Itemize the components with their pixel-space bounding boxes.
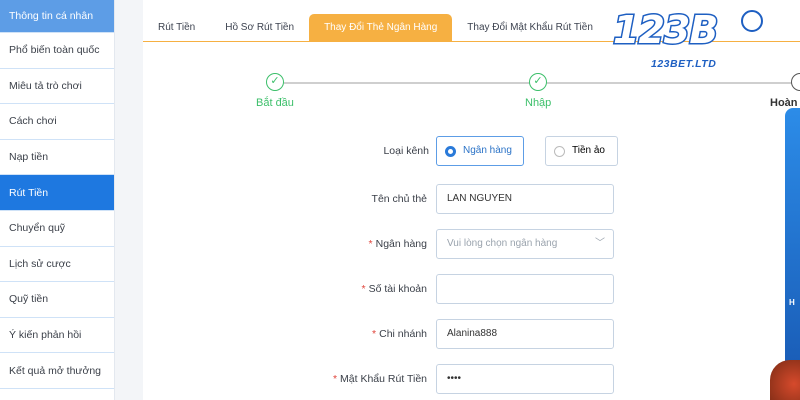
holder-row: Tên chủ thẻ LAN NGUYEN [143, 184, 643, 214]
password-field[interactable]: •••• [436, 364, 614, 394]
check-icon: ✓ [529, 73, 547, 91]
page: Thông tin cá nhân Phổ biến toàn quốc Miê… [0, 0, 800, 400]
sidebar-item-feedback[interactable]: Ý kiến phản hồi [0, 318, 114, 354]
radio-bank[interactable]: Ngân hàng [436, 136, 524, 166]
branch-row: * Chi nhánh Alanina888 [143, 319, 643, 349]
sidebar-item-announcements[interactable]: Phổ biến toàn quốc [0, 33, 114, 69]
branch-label: * Chi nhánh [372, 328, 427, 340]
account-row: * Số tài khoản [143, 274, 643, 304]
step-connector-2 [547, 82, 797, 84]
radio-crypto[interactable]: Tiền ảo [545, 136, 618, 166]
step-label-start: Bắt đầu [256, 97, 294, 109]
step-label-input: Nhập [525, 97, 552, 109]
main-content: Rút Tiền Hồ Sơ Rút Tiền Thay Đổi Thẻ Ngâ… [143, 0, 800, 400]
sidebar-item-bet-history[interactable]: Lịch sử cược [0, 247, 114, 283]
chevron-down-icon: ﹀ [595, 238, 605, 249]
sidebar-item-transfer[interactable]: Chuyển quỹ [0, 211, 114, 247]
account-label: * Số tài khoản [361, 283, 427, 295]
bank-label: * Ngân hàng [368, 238, 427, 250]
holder-field[interactable]: LAN NGUYEN [436, 184, 614, 214]
sidebar: Thông tin cá nhân Phổ biến toàn quốc Miê… [0, 0, 115, 400]
holder-label: Tên chủ thẻ [371, 193, 427, 205]
sidebar-item-game-description[interactable]: Miêu tả trò chơi [0, 69, 114, 105]
step-pending-circle [791, 73, 800, 91]
sidebar-item-funds[interactable]: Quỹ tiền [0, 282, 114, 318]
bank-select-placeholder: Vui lòng chọn ngân hàng [447, 238, 558, 249]
check-icon: ✓ [266, 73, 284, 91]
bank-select[interactable]: Vui lòng chọn ngân hàng ﹀ [436, 229, 614, 259]
sidebar-item-deposit[interactable]: Nạp tiền [0, 140, 114, 176]
channel-label: Loại kênh [383, 145, 429, 157]
password-row: * Mật Khẩu Rút Tiền •••• [143, 364, 643, 394]
tab-withdraw-history[interactable]: Hồ Sơ Rút Tiền [210, 14, 309, 42]
channel-row: Loại kênh Ngân hàng Tiền ảo [143, 136, 643, 166]
bank-row: * Ngân hàng Vui lòng chọn ngân hàng ﹀ [143, 229, 643, 259]
radio-crypto-label: Tiền ảo [572, 145, 605, 156]
tab-change-bank-card[interactable]: Thay Đổi Thẻ Ngân Hàng [309, 14, 453, 42]
step-connector-1 [284, 82, 540, 84]
sidebar-item-results[interactable]: Kết quả mở thưởng [0, 353, 114, 389]
logo-mark: 123B [611, 7, 719, 54]
soccer-ball-icon [741, 10, 763, 32]
sidebar-item-how-to-play[interactable]: Cách chơi [0, 104, 114, 140]
tab-withdraw[interactable]: Rút Tiền [143, 14, 210, 42]
radio-selected-icon [445, 146, 456, 157]
branch-field[interactable]: Alanina888 [436, 319, 614, 349]
sidebar-item-personal-info[interactable]: Thông tin cá nhân [0, 0, 114, 33]
tab-change-withdraw-password[interactable]: Thay Đổi Mật Khẩu Rút Tiền [452, 14, 608, 42]
radio-unselected-icon [554, 146, 565, 157]
floating-side-panel[interactable]: H LH [785, 108, 800, 379]
logo-domain: 123BET.LTD [651, 58, 717, 70]
sidebar-item-withdraw[interactable]: Rút Tiền [0, 175, 114, 211]
account-field[interactable] [436, 274, 614, 304]
promo-decoration [770, 360, 800, 400]
radio-bank-label: Ngân hàng [463, 145, 512, 156]
side-panel-text: H [789, 298, 795, 307]
brand-logo: 123B 123BET.LTD [611, 7, 773, 74]
tab-bar: Rút Tiền Hồ Sơ Rút Tiền Thay Đổi Thẻ Ngâ… [143, 14, 608, 42]
password-label: * Mật Khẩu Rút Tiền [332, 373, 427, 385]
